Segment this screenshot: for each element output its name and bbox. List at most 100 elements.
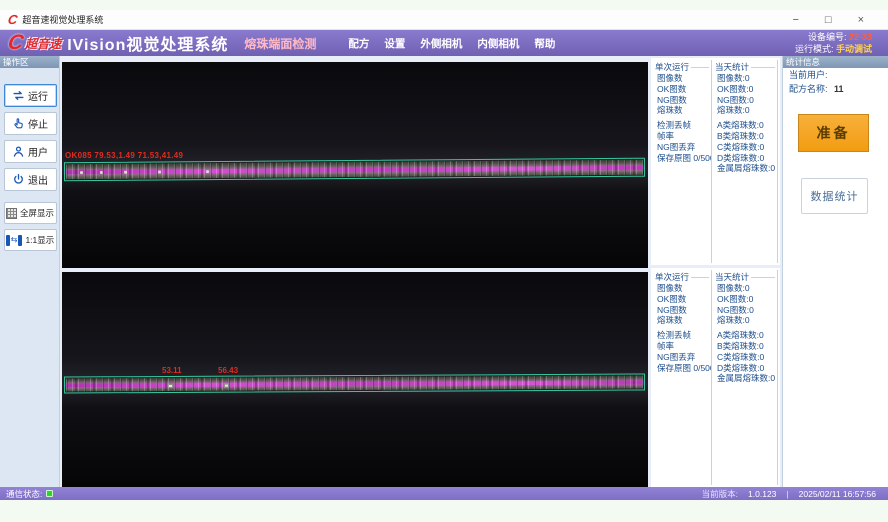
exit-button-label: 退出 [28, 172, 48, 187]
user-button[interactable]: 用户 [4, 140, 57, 163]
stat-row: C类熔珠数:0 [715, 142, 777, 153]
run-mode-value: 手动调试 [836, 44, 872, 54]
stats-section-top: 单次运行 图像数 OK图数 NG图数 熔珠数 检测丢帧 帧率 NG图丢弃 保存原… [651, 58, 780, 265]
stat-row: NG图数:0 [715, 305, 777, 316]
fullscreen-grid-icon [6, 208, 17, 219]
recipe-name-row: 配方名称: 11 [783, 82, 888, 96]
stat-row: 金属屑熔珠数:0 [715, 163, 777, 174]
comm-status-label: 通信状态: [6, 488, 42, 500]
info-panel-title: 统计信息 [783, 56, 888, 68]
seam-line [66, 166, 643, 175]
stat-row: 熔珠数 [655, 315, 711, 326]
stat-row: C类熔珠数:0 [715, 352, 777, 363]
stat-row: OK图数 [655, 294, 711, 305]
stat-row: OK图数 [655, 84, 711, 95]
application-window: C 超音速视觉处理系统 − □ × C 超音速 IVision视觉处理系统 熔珠… [0, 0, 888, 522]
recipe-name-value: 11 [834, 84, 844, 94]
weld-bead-strip [66, 375, 643, 391]
weld-bead-strip [66, 160, 643, 180]
stat-row: NG图数 [655, 95, 711, 106]
seam-line [66, 380, 643, 387]
stat-row: 图像数 [655, 73, 711, 84]
camera-view-top[interactable]: OK085 79.53,1.49 71.53,41.49 [62, 62, 648, 268]
app-title: IVision视觉处理系统 [67, 31, 228, 55]
comm-status-led [46, 490, 53, 497]
feature-dot [124, 171, 127, 174]
stats-section-bottom: 单次运行 图像数 OK图数 NG图数 熔珠数 检测丢帧 帧率 NG图丢弃 保存原… [651, 268, 780, 487]
feature-dot [206, 170, 209, 173]
device-info-block: 设备编号: 22-33 运行模式: 手动调试 [795, 32, 872, 55]
stat-row: A类熔珠数:0 [715, 120, 777, 131]
stat-row: 图像数:0 [715, 73, 777, 84]
status-bar-right: 当前版本: 1.0.123 | 2025/02/11 16:57:56 [702, 488, 882, 500]
one-to-one-icon: ⇆ [6, 235, 23, 246]
single-run-title: 单次运行 [655, 271, 711, 283]
maximize-button[interactable]: □ [825, 10, 832, 30]
brand-swoosh-icon: C [6, 32, 25, 54]
stat-row: 检测丢帧 [655, 120, 711, 131]
window-controls: − □ × [792, 10, 880, 30]
measurement-annotation: OK085 79.53,1.49 71.53,41.49 [65, 151, 183, 160]
stop-button-label: 停止 [28, 116, 48, 131]
one-to-one-button[interactable]: ⇆ 1:1显示 [4, 229, 57, 251]
feature-dot [80, 171, 83, 174]
minimize-button[interactable]: − [792, 10, 798, 30]
feature-dot [158, 171, 161, 174]
current-user-label: 当前用户: [789, 70, 828, 80]
stat-row: OK图数:0 [715, 84, 777, 95]
app-logo-icon: C [7, 12, 18, 27]
today-stats-title: 当天统计 [715, 271, 777, 283]
feature-dot [100, 171, 103, 174]
stat-row: 图像数:0 [715, 283, 777, 294]
camera-view-bottom[interactable]: 53.11 56.43 [62, 272, 648, 487]
stat-row: 图像数 [655, 283, 711, 294]
stat-row: 帧率 [655, 131, 711, 142]
single-run-group: 单次运行 图像数 OK图数 NG图数 熔珠数 检测丢帧 帧率 NG图丢弃 保存原… [655, 270, 712, 485]
roi-box [64, 373, 645, 393]
power-icon [12, 173, 25, 186]
stop-hand-icon [12, 117, 25, 130]
stat-row: 熔珠数:0 [715, 105, 777, 116]
status-separator: | [786, 489, 788, 499]
recipe-name-label: 配方名称: [789, 84, 828, 94]
defect-marker [224, 384, 229, 388]
single-run-group: 单次运行 图像数 OK图数 NG图数 熔珠数 检测丢帧 帧率 NG图丢弃 保存原… [655, 60, 712, 263]
user-icon [12, 145, 25, 158]
run-button-label: 运行 [28, 88, 48, 103]
today-stats-group: 当天统计 图像数:0 OK图数:0 NG图数:0 熔珠数:0 A类熔珠数:0 B… [715, 60, 778, 263]
defect-marker [168, 384, 173, 388]
stop-button[interactable]: 停止 [4, 112, 57, 135]
stat-row: NG图丢弃 [655, 352, 711, 363]
datetime-value: 2025/02/11 16:57:56 [799, 489, 876, 499]
run-button[interactable]: 运行 [4, 84, 57, 107]
fullscreen-button-label: 全屏显示 [20, 207, 54, 219]
user-button-label: 用户 [28, 144, 48, 159]
close-button[interactable]: × [858, 10, 864, 30]
menu-item-settings[interactable]: 设置 [384, 36, 405, 51]
stat-row: B类熔珠数:0 [715, 341, 777, 352]
menu-item-outer-camera[interactable]: 外侧相机 [420, 36, 462, 51]
menu-item-inner-camera[interactable]: 内侧相机 [477, 36, 519, 51]
menu-item-recipe[interactable]: 配方 [348, 36, 369, 51]
exit-button[interactable]: 退出 [4, 168, 57, 191]
info-panel: 统计信息 当前用户: 配方名称: 11 准备 数据统计 [782, 56, 888, 487]
stat-row: 熔珠数 [655, 105, 711, 116]
stat-row: 熔珠数:0 [715, 315, 777, 326]
fullscreen-button[interactable]: 全屏显示 [4, 202, 57, 224]
stat-row: OK图数:0 [715, 294, 777, 305]
data-statistics-button[interactable]: 数据统计 [801, 178, 868, 214]
single-run-title: 单次运行 [655, 61, 711, 73]
window-title: 超音速视觉处理系统 [22, 13, 103, 26]
measurement-label: 53.11 [162, 366, 182, 375]
app-header: C 超音速 IVision视觉处理系统 熔珠端面检测 配方 设置 外侧相机 内侧… [0, 30, 888, 56]
prepare-button[interactable]: 准备 [798, 114, 869, 152]
menu-item-help[interactable]: 帮助 [534, 36, 555, 51]
device-number-value: 22-33 [849, 32, 872, 42]
stat-row: B类熔珠数:0 [715, 131, 777, 142]
stat-row: 帧率 [655, 341, 711, 352]
today-stats-title: 当天统计 [715, 61, 777, 73]
one-to-one-button-label: 1:1显示 [25, 234, 54, 246]
stat-row: 保存原图 0/500 [655, 363, 711, 374]
stat-row: NG图数 [655, 305, 711, 316]
stat-row: A类熔珠数:0 [715, 330, 777, 341]
